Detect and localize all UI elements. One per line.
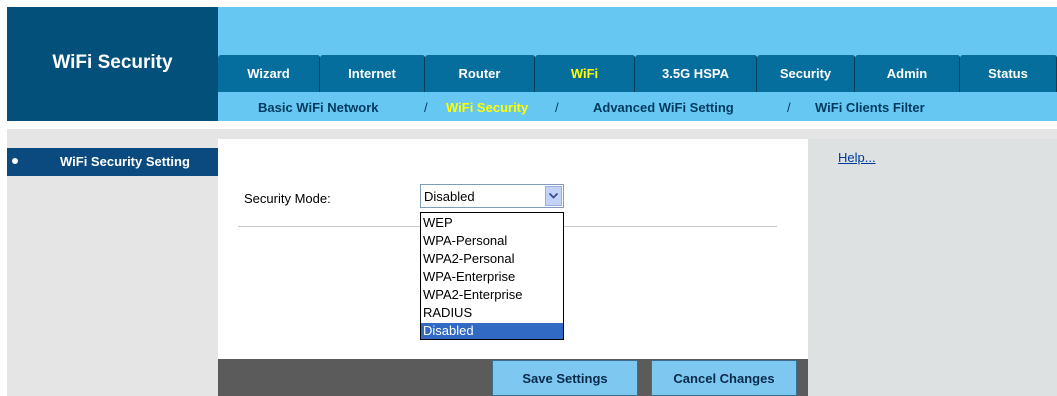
subnav-separator: / <box>555 100 559 115</box>
security-mode-select[interactable]: Disabled <box>420 184 564 208</box>
chevron-down-icon[interactable] <box>545 186 562 206</box>
option-wpa2-enterprise[interactable]: WPA2-Enterprise <box>421 287 563 303</box>
save-button[interactable]: Save Settings <box>492 360 638 396</box>
bullet-icon <box>12 158 18 164</box>
subnav-separator: / <box>424 100 428 115</box>
option-radius[interactable]: RADIUS <box>421 305 563 321</box>
sidebar-item-label: WiFi Security Setting <box>60 154 190 169</box>
title-block: WiFi Security <box>7 7 218 121</box>
subnav-separator: / <box>787 100 791 115</box>
tab-wifi[interactable]: WiFi <box>535 55 635 92</box>
tab-admin[interactable]: Admin <box>855 55 960 92</box>
help-link[interactable]: Help... <box>838 150 876 165</box>
header-band <box>218 7 1057 55</box>
option-wpa2-personal[interactable]: WPA2-Personal <box>421 251 563 267</box>
tab-internet[interactable]: Internet <box>320 55 425 92</box>
tab-hspa[interactable]: 3.5G HSPA <box>635 55 757 92</box>
security-mode-value: Disabled <box>424 189 475 204</box>
cancel-button[interactable]: Cancel Changes <box>651 360 797 396</box>
option-wpa-enterprise[interactable]: WPA-Enterprise <box>421 269 563 285</box>
page-title: WiFi Security <box>52 52 173 73</box>
security-mode-label: Security Mode: <box>244 191 331 206</box>
option-wep[interactable]: WEP <box>421 215 563 231</box>
security-mode-dropdown: WEP WPA-Personal WPA2-Personal WPA-Enter… <box>420 212 564 340</box>
option-disabled[interactable]: Disabled <box>421 323 563 339</box>
subnav-wifi-security[interactable]: WiFi Security <box>446 100 528 115</box>
tab-status[interactable]: Status <box>960 55 1057 92</box>
subnav-basic-wifi[interactable]: Basic WiFi Network <box>258 100 379 115</box>
option-wpa-personal[interactable]: WPA-Personal <box>421 233 563 249</box>
content-top-band <box>218 129 1057 139</box>
tab-router[interactable]: Router <box>425 55 535 92</box>
help-panel <box>808 139 1057 396</box>
subnav-clients-filter[interactable]: WiFi Clients Filter <box>815 100 925 115</box>
tab-security[interactable]: Security <box>757 55 855 92</box>
subnav-advanced-wifi[interactable]: Advanced WiFi Setting <box>593 100 734 115</box>
tab-wizard[interactable]: Wizard <box>218 55 320 92</box>
